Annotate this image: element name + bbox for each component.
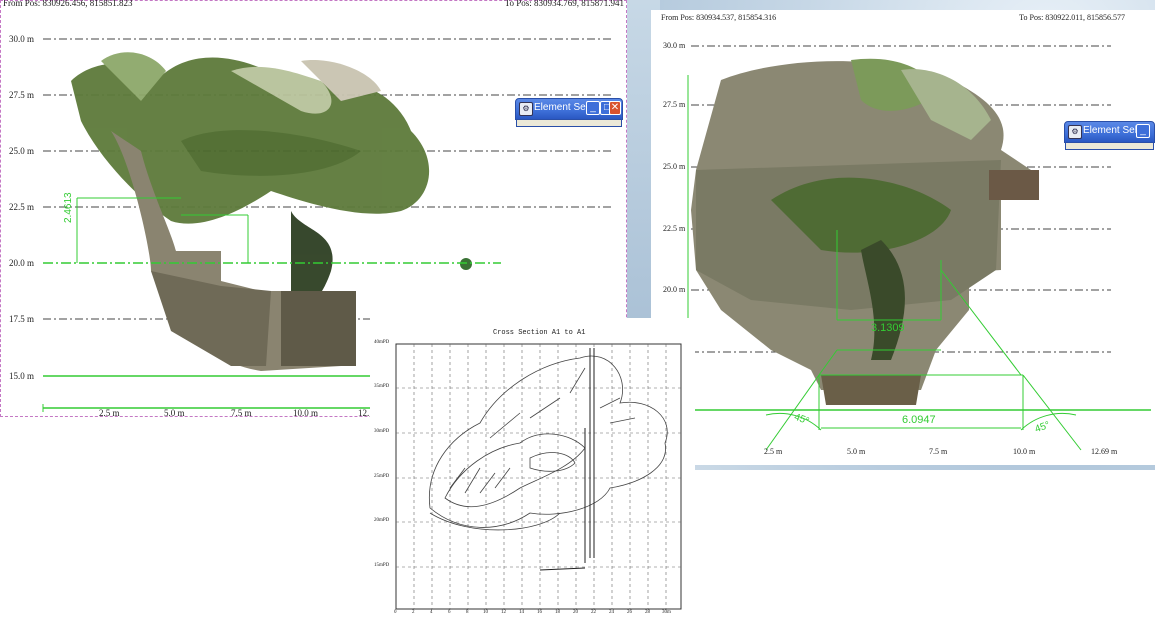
x-axis-label: 10.0 m: [293, 408, 319, 418]
x-axis-label: 10: [483, 610, 488, 615]
element-selector-window[interactable]: ⚙ Element Sele... _ □ ✕: [515, 98, 623, 127]
x-axis-label: 30m: [662, 610, 671, 615]
y-axis-label: 25.0 m: [663, 162, 686, 171]
close-button[interactable]: ✕: [609, 101, 621, 115]
x-axis-label: 7.5 m: [929, 447, 948, 456]
dimension-label-inner: 3.1309: [871, 322, 905, 334]
minimize-button[interactable]: _: [1136, 124, 1150, 138]
y-axis-label: 25mPD: [374, 474, 390, 479]
cross-section-grid: [396, 344, 681, 609]
x-axis-label: 20: [573, 610, 578, 615]
y-axis-label: 15.0 m: [9, 371, 35, 381]
y-axis-label: 30.0 m: [9, 34, 35, 44]
x-axis-label: 12.69 m: [1091, 447, 1118, 456]
y-axis-label: 22.5 m: [9, 202, 35, 212]
x-axis-label: 4: [430, 610, 433, 615]
x-axis-label: 14: [519, 610, 524, 615]
tree-crown-outline: [428, 355, 668, 531]
x-axis-label: 5.0 m: [847, 447, 866, 456]
x-axis-label: 10.0 m: [1013, 447, 1036, 456]
y-axis-label: 27.5 m: [663, 100, 686, 109]
x-axis-label: 2: [412, 610, 415, 615]
x-axis-label: 7.5 m: [231, 408, 252, 418]
point-cloud-wall: [691, 58, 1039, 405]
right-section-canvas: [687, 45, 1151, 451]
element-selector-window[interactable]: ⚙ Element Sele... _: [1064, 121, 1155, 150]
y-axis-label: 20.0 m: [663, 285, 686, 294]
minimize-button[interactable]: _: [586, 101, 600, 115]
y-axis-label: 30.0 m: [663, 41, 686, 50]
y-axis-label: 15mPD: [374, 563, 390, 568]
cross-section-drawing[interactable]: Cross Section A1 to A1 40mPD 35mPD 30mPD…: [370, 318, 695, 635]
point-cloud-tree: [71, 52, 472, 310]
x-axis-label: 16: [537, 610, 542, 615]
y-axis-label: 30mPD: [374, 429, 390, 434]
y-axis-label: 17.5 m: [9, 314, 35, 324]
y-axis-label: 25.0 m: [9, 146, 35, 156]
x-axis-label: 5.0 m: [164, 408, 185, 418]
cross-section-canvas: [395, 343, 682, 610]
x-axis-label: 18: [555, 610, 560, 615]
y-axis-label: 40mPD: [374, 340, 390, 345]
x-axis-label: 0: [394, 610, 397, 615]
x-axis-label: 2.5 m: [764, 447, 783, 456]
dimension-label: 2.4613: [63, 192, 74, 223]
x-axis-label: 12: [501, 610, 506, 615]
x-axis-label: 2.5 m: [99, 408, 120, 418]
y-axis-label: 20.0 m: [9, 258, 35, 268]
y-axis-label: 20mPD: [374, 518, 390, 523]
cross-section-title: Cross Section A1 to A1: [493, 329, 586, 337]
element-selector-body: [1065, 143, 1154, 150]
element-selector-icon: ⚙: [519, 102, 533, 116]
element-selector-icon: ⚙: [1068, 125, 1082, 139]
x-axis-label: 28: [645, 610, 650, 615]
x-axis-label: 6: [448, 610, 451, 615]
element-selector-body: [516, 120, 622, 127]
y-axis-label: 27.5 m: [9, 90, 35, 100]
x-axis-label: 24: [609, 610, 614, 615]
x-axis-label: 8: [466, 610, 469, 615]
right-section-view[interactable]: From Pos: 830934.537, 815854.316 To Pos:…: [651, 10, 1155, 465]
y-axis-label: 35mPD: [374, 384, 390, 389]
x-axis-label: 12.: [358, 408, 370, 418]
trunk-lines: [539, 348, 595, 571]
drawing-frame: [395, 343, 682, 610]
x-axis-label: 26: [627, 610, 632, 615]
x-axis-label: 22: [591, 610, 596, 615]
dimension-label-main: 6.0947: [902, 414, 936, 426]
y-axis-label: 22.5 m: [663, 224, 686, 233]
